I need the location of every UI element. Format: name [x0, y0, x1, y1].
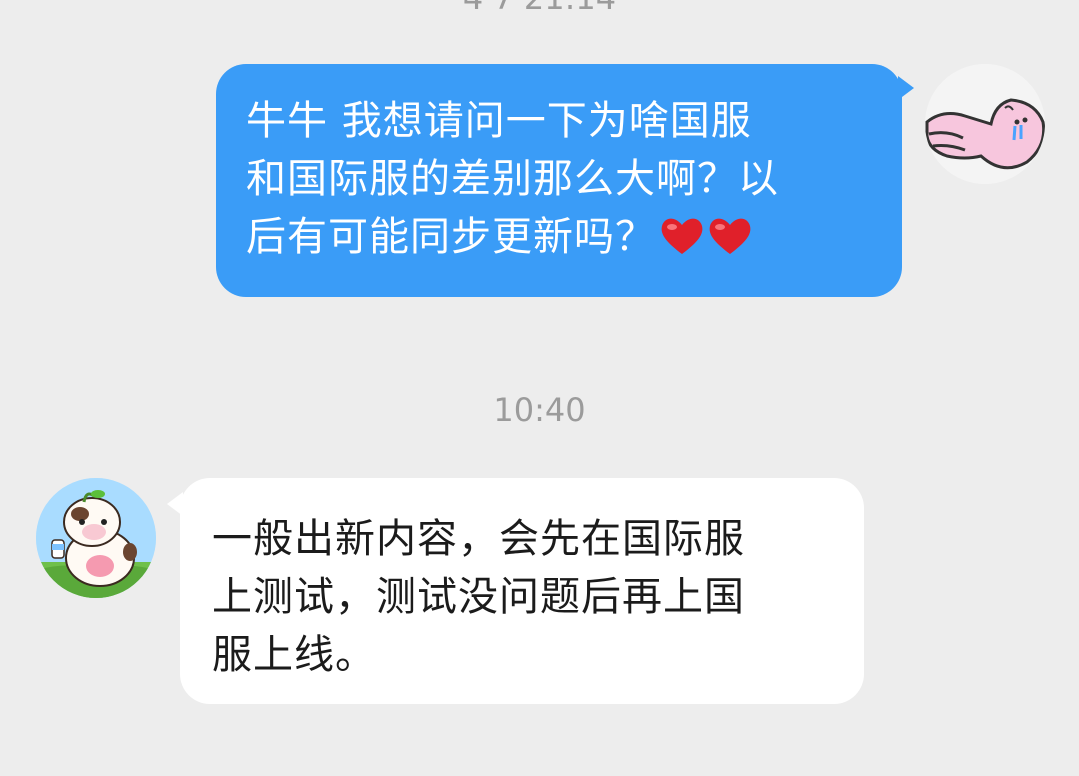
red-heart-icon: [708, 214, 752, 272]
received-message-bubble[interactable]: 一般出新内容，会先在国际服 上测试，测试没问题后再上国 服上线。: [167, 478, 864, 704]
message-text-line: 后有可能同步更新吗？: [246, 208, 880, 272]
message-text-line: 和国际服的差别那么大啊？以: [246, 156, 779, 202]
timestamp: 10:40: [493, 391, 586, 429]
message-text-line: 上测试，测试没问题后再上国: [212, 574, 745, 620]
message-text-line: 一般出新内容，会先在国际服: [212, 516, 745, 562]
my-avatar[interactable]: [925, 64, 1045, 184]
cow-avatar-icon: [36, 478, 156, 598]
bunny-avatar-icon: [925, 64, 1045, 184]
message-text-line: 牛牛 我想请问一下为啥国服: [246, 98, 752, 144]
contact-avatar[interactable]: [36, 478, 156, 598]
sent-message-bubble[interactable]: 牛牛 我想请问一下为啥国服 和国际服的差别那么大啊？以 后有可能同步更新吗？: [216, 64, 914, 297]
red-heart-icon: [660, 214, 704, 272]
timestamp: 4 7 21:14: [0, 0, 1079, 18]
message-text-line: 服上线。: [212, 632, 376, 678]
